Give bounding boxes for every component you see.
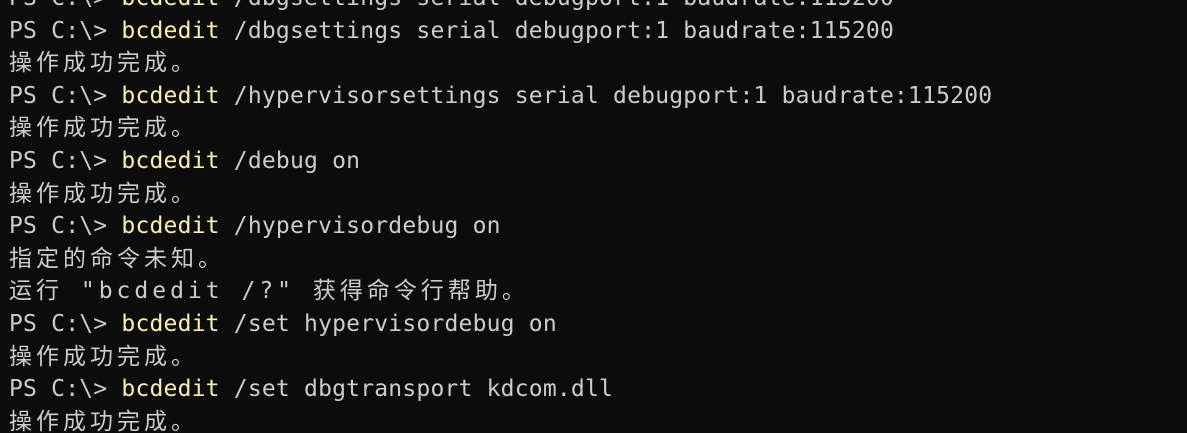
- output-text: 操作成功完成。: [9, 343, 198, 370]
- prompt: PS C:\>: [9, 376, 122, 403]
- output-line: 操作成功完成。: [9, 178, 992, 211]
- terminal-output: PS C:\> bcdedit /dbgsettings serial debu…: [9, 0, 992, 433]
- output-text: 运行 "bcdedit /?" 获得命令行帮助。: [9, 278, 529, 305]
- command-name: bcdedit: [121, 310, 220, 337]
- prompt: PS C:\>: [9, 147, 122, 174]
- command-line: PS C:\> bcdedit /debug on: [9, 145, 992, 178]
- command-name: bcdedit: [121, 147, 220, 174]
- command-args: /dbgsettings serial debugport:1 baudrate…: [219, 17, 894, 44]
- command-line: PS C:\> bcdedit /dbgsettings serial debu…: [9, 15, 992, 48]
- prompt: PS C:\>: [9, 310, 122, 337]
- command-args: /hypervisordebug on: [219, 213, 501, 240]
- command-args: /debug on: [219, 147, 361, 174]
- output-text: 操作成功完成。: [9, 50, 198, 77]
- prompt: PS C:\>: [9, 82, 122, 109]
- output-text: 指定的命令未知。: [9, 245, 225, 272]
- output-line: 操作成功完成。: [9, 47, 992, 80]
- output-line: 操作成功完成。: [9, 341, 992, 374]
- output-text: 操作成功完成。: [9, 115, 198, 142]
- command-args: /set hypervisordebug on: [219, 310, 557, 337]
- output-text: 操作成功完成。: [9, 180, 198, 207]
- prompt: PS C:\>: [9, 17, 122, 44]
- command-line: PS C:\> bcdedit /dbgsettings serial debu…: [9, 0, 992, 15]
- command-name: bcdedit: [121, 17, 220, 44]
- terminal-window[interactable]: PS C:\> bcdedit /dbgsettings serial debu…: [0, 0, 1187, 433]
- command-line: PS C:\> bcdedit /set dbgtransport kdcom.…: [9, 373, 992, 406]
- command-name: bcdedit: [121, 376, 220, 403]
- command-line: PS C:\> bcdedit /hypervisorsettings seri…: [9, 80, 992, 113]
- output-line: 运行 "bcdedit /?" 获得命令行帮助。: [9, 275, 992, 308]
- prompt: PS C:\>: [9, 213, 122, 240]
- command-line: PS C:\> bcdedit /hypervisordebug on: [9, 210, 992, 243]
- command-name: bcdedit: [121, 0, 219, 11]
- command-name: bcdedit: [121, 82, 220, 109]
- output-line: 指定的命令未知。: [9, 243, 992, 276]
- command-args: /hypervisorsettings serial debugport:1 b…: [219, 82, 993, 109]
- output-text: 操作成功完成。: [9, 408, 198, 433]
- command-name: bcdedit: [121, 213, 220, 240]
- output-line: 操作成功完成。: [9, 112, 992, 145]
- prompt: PS C:\>: [9, 0, 121, 11]
- command-args: /dbgsettings serial debugport:1 baudrate…: [220, 0, 894, 11]
- output-line: 操作成功完成。: [9, 406, 992, 433]
- command-line: PS C:\> bcdedit /set hypervisordebug on: [9, 308, 992, 341]
- command-args: /set dbgtransport kdcom.dll: [219, 376, 614, 403]
